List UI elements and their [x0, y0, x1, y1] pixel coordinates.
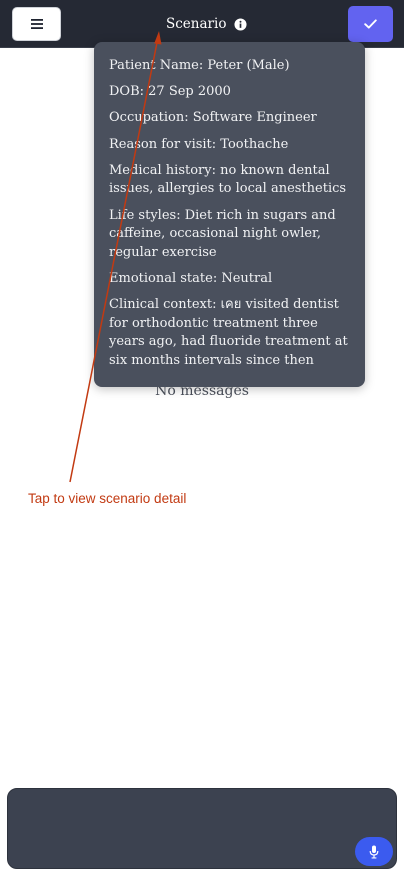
life-styles: Life styles: Diet rich in sugars and caf… — [109, 207, 336, 260]
patient-name: Patient Name: Peter (Male) — [109, 58, 290, 73]
menu-button[interactable] — [12, 7, 61, 41]
info-circle-icon[interactable] — [234, 17, 247, 31]
emotional-state: Emotional state: Neutral — [109, 270, 273, 286]
scenario-detail-popover: Patient Name: Peter (Male) DOB: 27 Sep 2… — [94, 42, 365, 387]
message-input[interactable] — [22, 799, 352, 839]
visit-reason: Reason for visit: Toothache — [109, 136, 289, 152]
confirm-button[interactable] — [348, 6, 393, 42]
hamburger-icon — [30, 19, 43, 29]
scenario-title-toggle[interactable]: Scenario — [166, 14, 247, 34]
annotation-label: Tap to view scenario detail — [28, 491, 187, 506]
microphone-icon — [369, 845, 379, 858]
message-composer — [7, 788, 397, 869]
patient-occupation: Occupation: Software Engineer — [109, 110, 317, 126]
patient-dob: DOB: 27 Sep 2000 — [109, 84, 231, 100]
medical-history: Medical history: no known dental issues,… — [109, 162, 347, 197]
top-bar: Scenario — [0, 0, 404, 48]
checkmark-icon — [364, 19, 377, 29]
mic-button[interactable] — [355, 837, 393, 866]
page-title: Scenario — [166, 16, 227, 32]
clinical-context: Clinical context: เคย visited dentist fo… — [109, 297, 348, 368]
